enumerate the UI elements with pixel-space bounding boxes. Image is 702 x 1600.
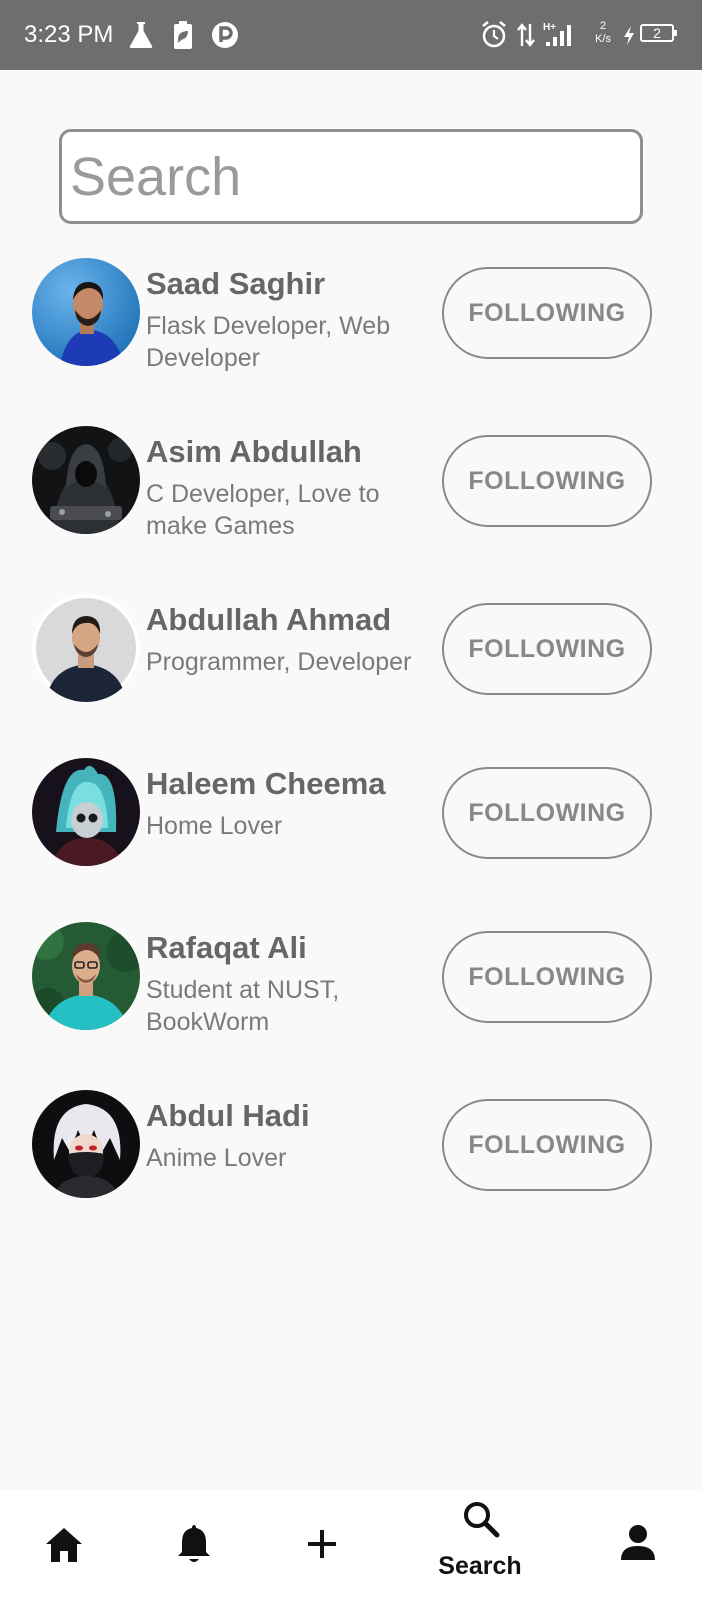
network-speed: 2 K/s: [590, 20, 616, 46]
alarm-icon: [480, 20, 508, 50]
following-button[interactable]: FOLLOWING: [442, 603, 652, 695]
following-button[interactable]: FOLLOWING: [442, 931, 652, 1023]
following-button[interactable]: FOLLOWING: [442, 767, 652, 859]
user-bio: Flask Developer, Web Developer: [146, 312, 391, 372]
search-input[interactable]: [59, 129, 643, 224]
bottom-navigation: Search: [0, 1490, 702, 1600]
user-bio: Home Lover: [146, 812, 283, 840]
nav-search[interactable]: Search: [420, 1490, 540, 1600]
nav-home[interactable]: [20, 1490, 108, 1600]
flask-icon: [128, 20, 154, 50]
list-item[interactable]: Rafaqat Ali Student at NUST, BookWorm FO…: [0, 922, 702, 1052]
list-item[interactable]: Saad Saghir Flask Developer, Web Develop…: [0, 258, 702, 388]
user-bio: Anime Lover: [146, 1144, 287, 1172]
user-bio: C Developer, Love to make Games: [146, 480, 380, 540]
bell-icon: [178, 1525, 210, 1562]
avatar[interactable]: [32, 1090, 140, 1198]
user-name: Saad Saghir: [146, 266, 326, 301]
following-button[interactable]: FOLLOWING: [442, 1099, 652, 1191]
battery-saver-icon: [172, 20, 194, 50]
list-item[interactable]: Asim Abdullah C Developer, Love to make …: [0, 426, 702, 556]
list-item[interactable]: Abdul Hadi Anime Lover FOLLOWING: [0, 1090, 702, 1220]
nav-search-label: Search: [438, 1552, 522, 1580]
user-name: Haleem Cheema: [146, 766, 386, 801]
user-name: Abdullah Ahmad: [146, 602, 392, 637]
app-notification-icon: [210, 20, 240, 50]
home-icon: [46, 1528, 82, 1562]
nav-notifications[interactable]: [150, 1490, 238, 1600]
network-speed-value: 2: [599, 20, 607, 32]
list-item[interactable]: Haleem Cheema Home Lover FOLLOWING: [0, 758, 702, 888]
avatar[interactable]: [32, 922, 140, 1030]
person-icon: [621, 1525, 655, 1560]
user-name: Rafaqat Ali: [146, 930, 307, 965]
status-time: 3:23 PM: [24, 21, 114, 48]
avatar[interactable]: [32, 758, 140, 866]
data-arrows-icon: [516, 20, 536, 50]
battery-indicator: 2: [640, 24, 677, 42]
avatar[interactable]: [32, 258, 140, 366]
search-icon: [464, 1502, 500, 1538]
list-item[interactable]: Abdullah Ahmad Programmer, Developer FOL…: [0, 594, 702, 724]
plus-icon: [308, 1530, 336, 1558]
svg-text:H+: H+: [543, 22, 556, 33]
user-name: Abdul Hadi: [146, 1098, 310, 1133]
avatar[interactable]: [32, 426, 140, 534]
following-button[interactable]: FOLLOWING: [442, 267, 652, 359]
charging-icon: [622, 20, 636, 50]
user-name: Asim Abdullah: [146, 434, 362, 469]
network-speed-unit: K/s: [595, 33, 611, 45]
status-bar: 3:23 PM H+ 2 K/s 2: [0, 0, 702, 70]
nav-add[interactable]: [278, 1490, 366, 1600]
avatar[interactable]: [32, 594, 140, 702]
user-bio: Student at NUST, BookWorm: [146, 976, 340, 1036]
nav-profile[interactable]: [594, 1490, 682, 1600]
signal-icon: H+: [542, 20, 578, 50]
following-button[interactable]: FOLLOWING: [442, 435, 652, 527]
user-bio: Programmer, Developer: [146, 648, 412, 676]
